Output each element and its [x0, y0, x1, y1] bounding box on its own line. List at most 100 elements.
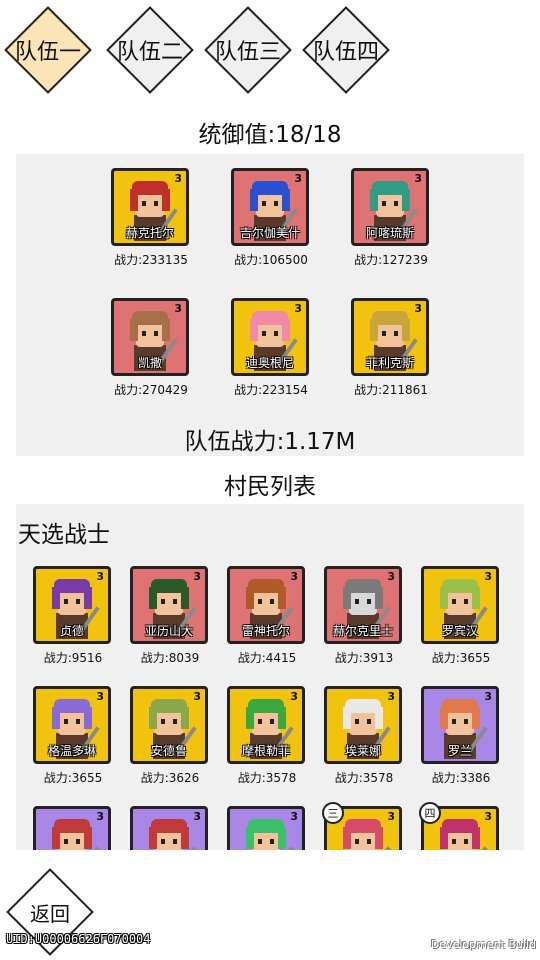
- character-portrait: 3 安德鲁: [130, 686, 208, 764]
- tab-label: 队伍一: [14, 40, 81, 65]
- tab-team-2[interactable]: 队伍二: [106, 6, 194, 94]
- character-portrait: 3: [130, 806, 208, 850]
- tab-team-3[interactable]: 队伍三: [204, 6, 292, 94]
- villager-card[interactable]: 3: [227, 806, 307, 850]
- character-power: 战力:3913: [334, 651, 394, 665]
- character-name: 赫克托尔: [125, 226, 174, 240]
- villager-card[interactable]: 3 罗兰战力:3386: [421, 686, 501, 786]
- character-portrait: 3 赫尔克里士: [324, 566, 402, 644]
- star-level: 3: [414, 302, 422, 315]
- character-portrait: 3 格温多琳: [33, 686, 111, 764]
- villager-list-title: 村民列表: [224, 474, 316, 500]
- character-portrait: 3 罗宾汉: [421, 566, 499, 644]
- star-level: 3: [387, 690, 395, 703]
- character-power: 战力:4415: [237, 651, 297, 665]
- villager-card[interactable]: 3: [130, 806, 210, 850]
- character-portrait: 3 迪奥根尼: [231, 298, 309, 376]
- character-name: 赫尔克里士: [332, 624, 393, 638]
- character-name: 罗兰: [447, 744, 472, 758]
- villager-card[interactable]: 3 格温多琳战力:3655: [33, 686, 113, 786]
- star-level: 3: [294, 302, 302, 315]
- villager-card[interactable]: 3 赫尔克里士战力:3913: [324, 566, 404, 666]
- character-power: 战力:106500: [234, 253, 308, 267]
- villager-card[interactable]: 3三: [322, 802, 404, 850]
- villager-card[interactable]: 3 雷神托尔战力:4415: [227, 566, 307, 666]
- villager-card[interactable]: 3: [33, 806, 113, 850]
- team-member-card[interactable]: 3 赫克托尔 战力:233135: [111, 168, 191, 268]
- character-portrait: 3 摩根勒菲: [227, 686, 305, 764]
- character-portrait: 3 菲利克斯: [351, 298, 429, 376]
- team-member-card[interactable]: 3 菲利克斯战力:211861: [351, 298, 431, 398]
- character-power: 战力:3626: [140, 771, 200, 785]
- team-member-card[interactable]: 3 迪奥根尼战力:223154: [231, 298, 311, 398]
- character-portrait: 3 赫克托尔: [111, 168, 189, 246]
- section-label: 天选战士: [18, 522, 110, 548]
- character-name: 摩根勒菲: [241, 744, 290, 758]
- star-level: 3: [414, 172, 422, 185]
- character-power: 战力:223154: [234, 383, 308, 397]
- villager-card[interactable]: 3 亚历山大战力:8039: [130, 566, 210, 666]
- character-name: 吉尔伽美什: [239, 226, 300, 240]
- star-level: 3: [96, 810, 104, 823]
- star-level: 3: [290, 570, 298, 583]
- character-name: 安德鲁: [150, 744, 187, 758]
- character-power: 战力:3655: [431, 651, 491, 665]
- character-power: 战力:3578: [334, 771, 394, 785]
- team-member-card[interactable]: 3 阿喀琉斯 战力:127239: [351, 168, 431, 268]
- command-value: 统御值:18/18: [198, 122, 342, 148]
- uid-label: UID:U00006626F070004: [6, 932, 151, 946]
- tab-label: 队伍二: [116, 40, 183, 65]
- tab-team-4[interactable]: 队伍四: [302, 6, 390, 94]
- star-level: 3: [193, 690, 201, 703]
- character-portrait: 3: [33, 806, 111, 850]
- star-level: 3: [290, 810, 298, 823]
- star-level: 3: [294, 172, 302, 185]
- villager-card[interactable]: 3 贞德战力:9516: [33, 566, 113, 666]
- character-portrait: 3 贞德: [33, 566, 111, 644]
- character-portrait: 3 凯撒: [111, 298, 189, 376]
- character-portrait: 3: [227, 806, 305, 850]
- star-level: 3: [96, 690, 104, 703]
- character-portrait: 3 阿喀琉斯: [351, 168, 429, 246]
- character-name: 凯撒: [137, 356, 162, 370]
- star-level: 3: [484, 570, 492, 583]
- star-level: 3: [96, 570, 104, 583]
- character-name: 迪奥根尼: [245, 356, 294, 370]
- team-member-card[interactable]: 3 吉尔伽美什战力:106500: [231, 168, 311, 268]
- character-power: 战力:3578: [237, 771, 297, 785]
- villager-card[interactable]: 3 安德鲁战力:3626: [130, 686, 210, 786]
- character-portrait: 3 亚历山大: [130, 566, 208, 644]
- star-level: 3: [193, 570, 201, 583]
- villager-card[interactable]: 3四: [419, 802, 501, 850]
- character-name: 贞德: [59, 624, 84, 638]
- tab-label: 队伍四: [312, 40, 379, 65]
- star-level: 3: [193, 810, 201, 823]
- star-level: 3: [387, 810, 395, 823]
- character-name: 亚历山大: [144, 624, 193, 638]
- character-power: 战力:9516: [43, 651, 103, 665]
- character-name: 阿喀琉斯: [365, 226, 414, 240]
- villager-panel: 3 贞德 战力:9516 3 亚历山大 战力:8039 3 雷神托尔 战力:4415 3 赫尔克里士…: [16, 504, 524, 850]
- team-member-card[interactable]: 3 凯撒 战力:270429: [111, 298, 191, 398]
- character-portrait: 3 罗兰: [421, 686, 499, 764]
- star-level: 3: [484, 690, 492, 703]
- character-power: 战力:3655: [43, 771, 103, 785]
- star-level: 3: [174, 172, 182, 185]
- villager-card[interactable]: 3 摩根勒菲战力:3578: [227, 686, 307, 786]
- villager-card[interactable]: 3 埃莱娜战力:3578: [324, 686, 404, 786]
- star-level: 3: [484, 810, 492, 823]
- team-tabs: 队伍一 队伍二 队伍三 队伍四: [0, 0, 540, 100]
- character-name: 埃莱娜: [344, 744, 381, 758]
- character-power: 战力:8039: [140, 651, 200, 665]
- character-power: 战力:211861: [354, 383, 428, 397]
- team-badge: 四: [419, 802, 441, 824]
- tab-label: 队伍三: [214, 40, 281, 65]
- villager-card[interactable]: 3 罗宾汉战力:3655: [421, 566, 501, 666]
- tab-team-1[interactable]: 队伍一: [4, 6, 92, 94]
- character-name: 雷神托尔: [241, 624, 290, 638]
- character-name: 格温多琳: [47, 744, 96, 758]
- team-panel: 3 赫克托尔 战力:233135 3 吉尔伽美什 战力:106500 3 阿喀琉斯 战力:127…: [16, 154, 524, 456]
- character-power: 战力:3386: [431, 771, 491, 785]
- team-power: 队伍战力:1.17M: [184, 429, 356, 455]
- character-name: 菲利克斯: [365, 356, 414, 370]
